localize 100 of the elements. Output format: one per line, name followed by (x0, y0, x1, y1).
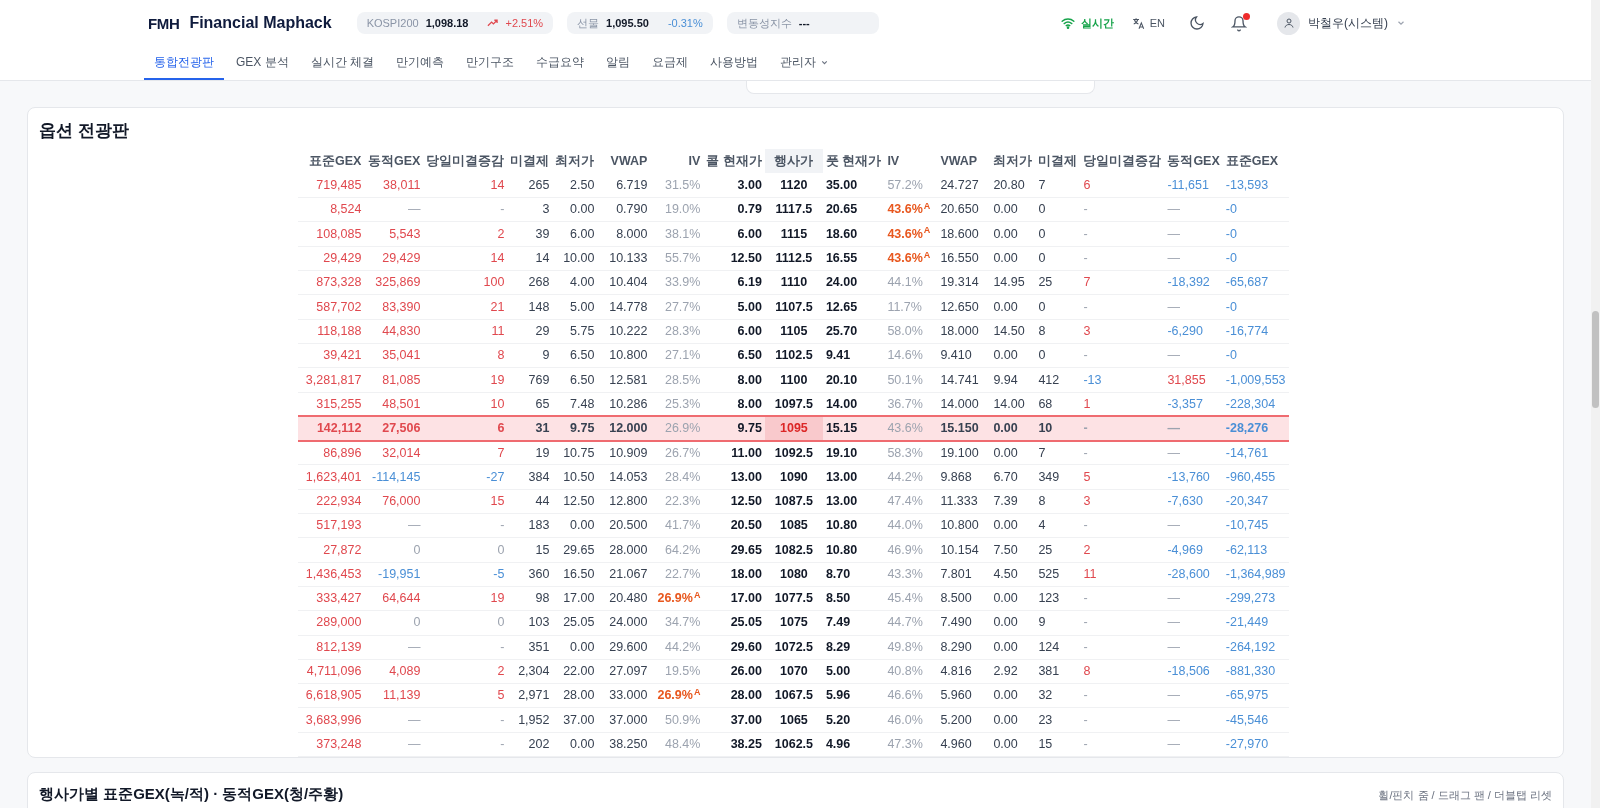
table-cell: 44,830 (364, 319, 424, 344)
table-cell: 0.00 (552, 732, 598, 757)
table-cell: - (1080, 513, 1165, 538)
column-header: VWAP (609, 153, 649, 170)
table-cell: 25.70 (822, 319, 885, 344)
table-cell: 28.3% (650, 319, 704, 344)
table-cell: 123 (1035, 586, 1081, 611)
table-cell: 33.9% (650, 270, 704, 295)
table-cell: 43.6% (884, 416, 938, 441)
table-cell: 10.80 (822, 513, 885, 538)
table-cell: 289,000 (298, 610, 365, 635)
strike-cell: 1117.5 (764, 197, 823, 222)
table-cell: 33.000 (597, 683, 651, 708)
table-cell: - (1080, 221, 1165, 247)
nav-tab[interactable]: 알림 (596, 46, 641, 80)
table-cell: 50.1% (884, 367, 938, 393)
nav-tab[interactable]: 요금제 (642, 46, 699, 80)
alert-mark: A (693, 686, 701, 697)
table-cell: 19.100 (937, 440, 991, 465)
user-name[interactable]: 박철우(시스템) (1308, 14, 1388, 32)
table-cell: -0 (1222, 197, 1289, 222)
nav-tab[interactable]: 만기예측 (386, 46, 455, 80)
table-cell: -20,347 (1222, 489, 1289, 514)
table-cell: 29.60 (703, 635, 765, 660)
table-cell: 17.00 (703, 586, 765, 611)
table-cell: 16.550 (937, 246, 991, 271)
table-cell: 4.96 (822, 732, 885, 757)
table-cell: 0.00 (990, 586, 1036, 611)
table-cell: - (1080, 683, 1165, 708)
bell-icon[interactable] (1231, 14, 1247, 32)
nav-tab[interactable]: GEX 분석 (226, 46, 299, 80)
ticker-label: 선물 (577, 15, 600, 31)
table-cell: 26.7% (650, 440, 704, 465)
table-cell: -13,760 (1164, 464, 1223, 490)
moon-icon[interactable] (1189, 15, 1205, 31)
column-header: 당일미결증감 (1082, 153, 1163, 170)
nav-tab[interactable]: 만기구조 (456, 46, 525, 80)
table-cell: 108,085 (298, 221, 365, 247)
table-cell: — (1164, 294, 1223, 320)
strike-cell: 1075 (764, 610, 823, 635)
table-cell: -19,951 (364, 562, 424, 587)
wifi-icon (1060, 17, 1075, 29)
table-cell: 43.6% (887, 226, 923, 241)
table-cell: 5.96 (822, 683, 885, 708)
table-cell: 6.50 (552, 343, 598, 368)
scrollbar[interactable] (1591, 0, 1600, 808)
table-cell: 15 (1035, 732, 1081, 757)
nav-tab[interactable]: 관리자 (770, 46, 840, 80)
table-cell: 18.000 (937, 319, 991, 344)
table-cell: 18.60 (822, 221, 885, 247)
table-cell: 148 (507, 294, 553, 320)
table-cell: 31 (507, 416, 553, 441)
nav-tab[interactable]: 통합전광판 (144, 46, 224, 80)
strike-cell: 1097.5 (764, 392, 823, 417)
table-cell: - (423, 732, 508, 757)
avatar[interactable] (1277, 11, 1300, 35)
column-header: 풋 현재가 (822, 149, 885, 174)
table-cell: 26.00 (703, 659, 765, 684)
table-cell: - (1080, 416, 1165, 441)
table-cell: 29.600 (597, 635, 651, 660)
table-cell: 0 (423, 537, 508, 563)
table-cell: - (1080, 635, 1165, 660)
strike-cell: 1115 (764, 221, 823, 247)
table-cell: -11,651 (1164, 173, 1223, 198)
table-cell: 11.333 (937, 489, 991, 514)
table-cell: - (1080, 610, 1165, 635)
table-cell: 3.00 (703, 173, 765, 198)
nav-tab[interactable]: 사용방법 (700, 46, 769, 80)
table-cell: -13,593 (1222, 173, 1289, 198)
table-cell: 10.800 (937, 513, 991, 538)
table-cell: -1,009,553 (1222, 367, 1289, 393)
table-cell: 10.404 (597, 270, 651, 295)
nav-tab[interactable]: 수급요약 (526, 46, 595, 80)
table-cell: 25.3% (650, 392, 704, 417)
alert-mark: A (693, 589, 701, 600)
table-cell: 381 (1035, 659, 1081, 684)
strike-cell: 1095 (764, 416, 823, 441)
table-cell: -13 (1080, 367, 1165, 393)
table-cell: 10.75 (552, 440, 598, 465)
table-cell: 0.00 (990, 610, 1036, 635)
table-cell: 10.800 (597, 343, 651, 368)
table-cell: 1,952 (507, 707, 553, 733)
table-cell: 98 (507, 586, 553, 611)
table-cell: 44.0% (884, 513, 938, 538)
table-cell: 76,000 (364, 489, 424, 514)
table-cell: 3 (507, 197, 553, 222)
table-cell: 100 (423, 270, 508, 295)
table-cell: — (1164, 246, 1223, 271)
table-cell: — (1164, 610, 1223, 635)
table-cell: 10.286 (597, 392, 651, 417)
table-cell: 0.00 (990, 221, 1036, 247)
table-cell: 6.50 (703, 343, 765, 368)
table-cell: 31,855 (1164, 367, 1223, 393)
logo[interactable]: FMH (148, 15, 180, 31)
table-cell: -27,970 (1222, 732, 1289, 757)
column-header: 표준GEX (308, 153, 363, 170)
nav-tab[interactable]: 실시간 체결 (300, 46, 385, 80)
table-cell: -21,449 (1222, 610, 1289, 635)
table-cell: — (1164, 707, 1223, 733)
language-button[interactable]: EN (1131, 14, 1165, 32)
